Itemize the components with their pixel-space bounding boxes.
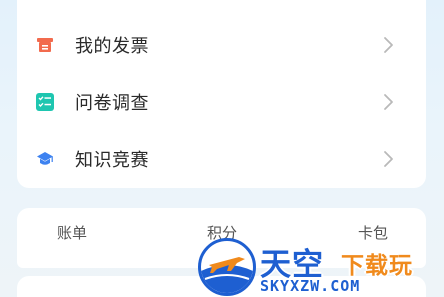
graduation-cap-icon <box>36 150 54 168</box>
watermark-url: SKYXZW.COM <box>260 277 361 295</box>
chevron-right-icon <box>384 151 393 167</box>
menu-item-invoices[interactable]: 我的发票 <box>17 16 426 74</box>
menu-item-label: 我的发票 <box>75 36 149 57</box>
watermark-subtitle: 下载玩 <box>341 253 413 279</box>
menu-item-label: 问卷调查 <box>75 93 149 114</box>
menu-item-survey[interactable]: 问卷调查 <box>17 73 426 131</box>
menu-item-label: 知识竞赛 <box>75 150 149 171</box>
watermark: 天空 下载玩 SKYXZW.COM <box>198 238 444 297</box>
menu-item-quiz[interactable]: 知识竞赛 <box>17 130 426 188</box>
checklist-icon <box>36 93 54 111</box>
invoice-icon <box>36 36 54 54</box>
chevron-right-icon <box>384 94 393 110</box>
watermark-logo <box>198 238 256 296</box>
tab-bills[interactable]: 账单 <box>57 222 87 243</box>
menu-card: 我的发票 问卷调查 知识竞赛 <box>17 0 426 188</box>
chevron-right-icon <box>384 37 393 53</box>
